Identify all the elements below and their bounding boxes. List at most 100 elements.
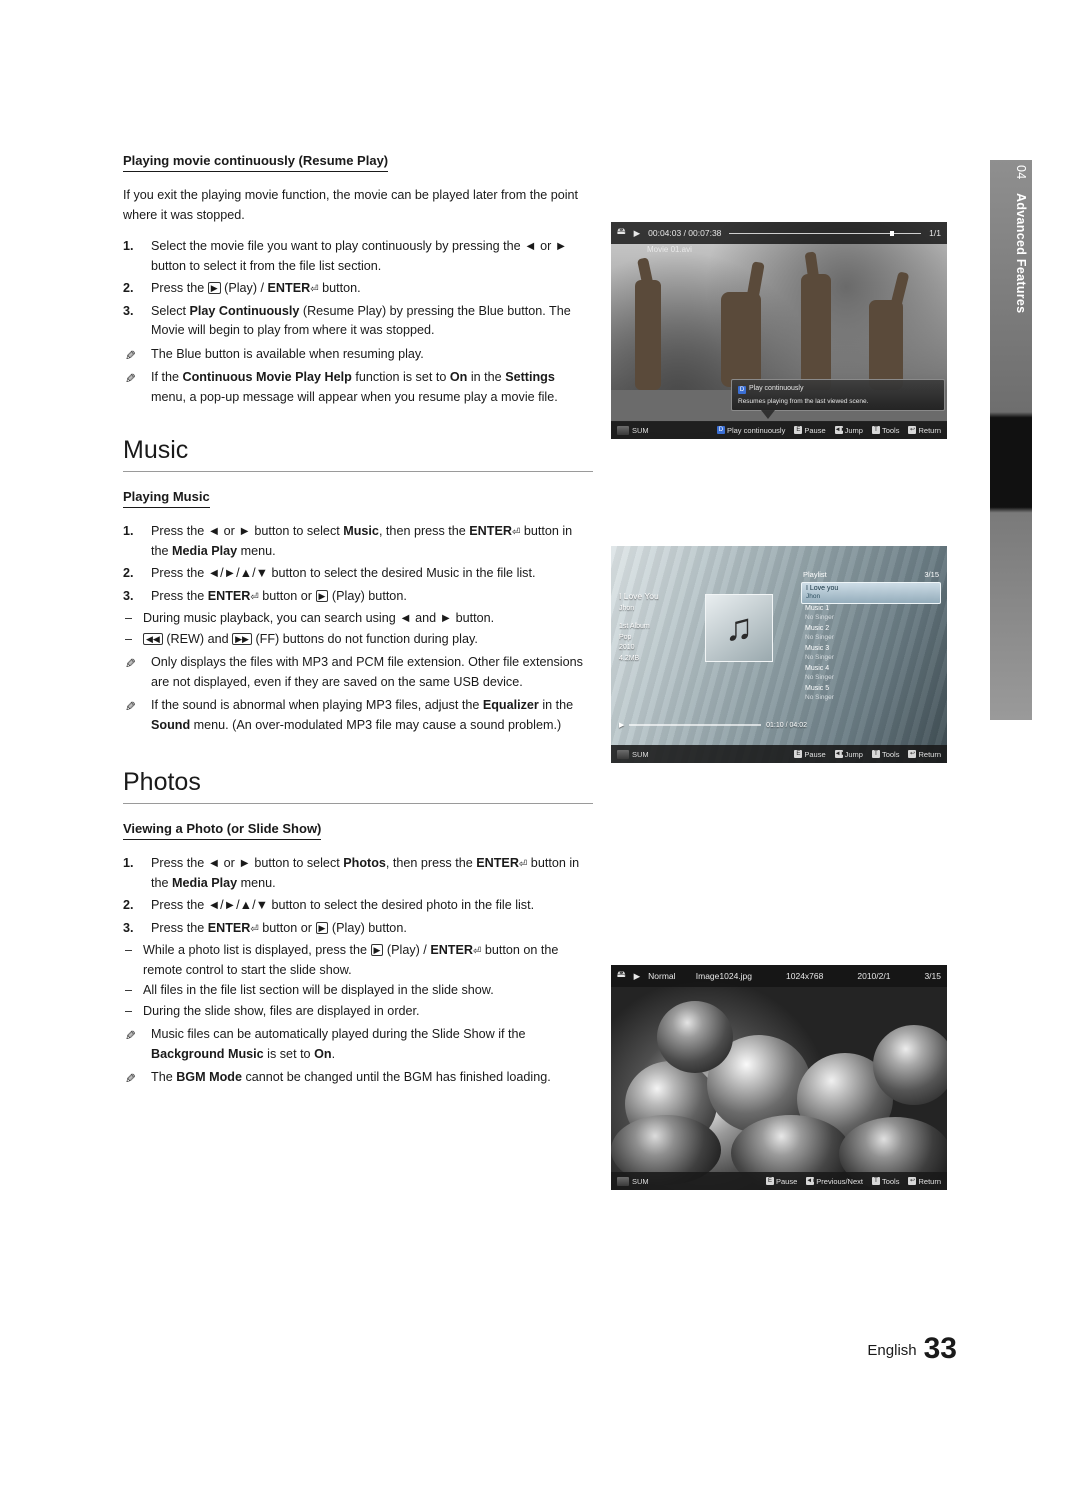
progress-track[interactable] (729, 230, 922, 236)
hint-tools[interactable]: T Tools (871, 425, 900, 435)
chapter-heading-music: Music (123, 436, 189, 465)
photo-mode: Normal (648, 971, 676, 981)
step-item: 1. Press the ◄ or ► button to select Pho… (123, 856, 580, 890)
step-item: 3. Press the ENTER⏎ button or ▶ (Play) b… (123, 587, 593, 607)
hint-label: Pause (804, 425, 826, 435)
hint-label: Pause (804, 749, 826, 759)
photo-filename: Image1024.jpg (695, 971, 753, 981)
hint-pause[interactable]: E Pause (794, 425, 826, 435)
photo-viewer-bottombar: SUM E Pause ◄► Previous/Next T Tools ↩ Retur… (611, 1172, 947, 1190)
playlist-title: Playlist (803, 570, 827, 579)
music-control-hints: E Pause ◄► Jump T Tools ↩ Return (794, 750, 941, 759)
dash-mark: – (125, 1003, 133, 1018)
source-indicator: SUM (617, 1176, 649, 1186)
source-label: SUM (632, 425, 649, 435)
dash-item: – During the slide show, files are displ… (123, 1002, 593, 1022)
steps-music: 1. Press the ◄ or ► button to select Mus… (123, 522, 593, 606)
playlist-item[interactable]: Music 5 No Singer (801, 683, 941, 703)
playlist-item-artist: No Singer (805, 653, 834, 661)
photo-viewer-topbar: 🖴 ▶ Normal Image1024.jpg 1024x768 2010/2… (611, 965, 947, 987)
note-item: ✎ Music files can be automatically playe… (125, 1027, 526, 1061)
hint-play-continuously[interactable]: D Play continuously (716, 425, 786, 435)
play-state-icon: ▶ (619, 722, 625, 729)
blue-button-icon: D (738, 385, 746, 394)
screenshot-photo-viewer: 🖴 ▶ Normal Image1024.jpg 1024x768 2010/2… (611, 965, 947, 1190)
pencil-icon: ✎ (125, 371, 136, 387)
hint-label: Tools (881, 425, 900, 435)
hint-previous-next[interactable]: ◄► Previous/Next (806, 1177, 863, 1186)
hint-tools[interactable]: T Tools (871, 749, 900, 759)
music-track-info: I Love You Jhon 1st Album Pop 2010 4.2MB (619, 590, 699, 664)
heading-viewing-photo: Viewing a Photo (or Slide Show) (123, 821, 322, 841)
step-item: 1. Select the movie file you want to pla… (123, 239, 568, 273)
movie-progress-bar[interactable] (729, 230, 922, 236)
step-item: 3. Select Play Continuously (Resume Play… (123, 303, 571, 338)
usb-device-icon (617, 1176, 629, 1186)
popup-body: Resumes playing from the last viewed sce… (738, 397, 869, 405)
playlist-item[interactable]: Music 1 No Singer (801, 604, 941, 624)
hint-label: Return (918, 1176, 941, 1186)
usb-device-icon (617, 425, 629, 435)
hint-return[interactable]: ↩ Return (908, 750, 941, 759)
forward-key-icon: ▶▶ (232, 632, 252, 645)
music-progress[interactable]: ▶ 01:10 / 04:02 (619, 721, 807, 730)
hint-label: Pause (776, 1176, 798, 1186)
usb-device-icon (617, 749, 629, 759)
hint-tools[interactable]: T Tools (871, 1176, 900, 1186)
playlist-item[interactable]: Music 4 No Singer (801, 664, 941, 684)
album-art: ♫ (705, 594, 773, 662)
chapter-heading-photos: Photos (123, 768, 201, 797)
hint-label: Play continuously (726, 425, 786, 435)
hint-pause[interactable]: E Pause (766, 1177, 797, 1186)
music-time-label: 01:10 / 04:02 (766, 721, 807, 729)
dash-mark: – (125, 631, 133, 646)
photo-image-frame (611, 965, 947, 1190)
hint-jump[interactable]: ◄► Jump (834, 426, 863, 435)
dash-item: – While a photo list is displayed, press… (125, 943, 559, 977)
chapter-title: Advanced Features (1014, 193, 1028, 314)
popup-header: D Play continuously (738, 384, 938, 394)
movie-player-bottombar: SUM D Play continuously E Pause ◄► Jump T To… (611, 421, 947, 439)
playlist-item[interactable]: Music 2 No Singer (801, 624, 941, 644)
hint-label: Tools (881, 749, 900, 759)
hint-label: Previous/Next (816, 1176, 863, 1186)
hint-label: Tools (881, 1176, 900, 1186)
key-icon: T (871, 1177, 880, 1185)
hint-label: Return (918, 749, 941, 759)
playlist-item[interactable]: I Love you Jhon (801, 582, 941, 604)
dash-text: During the slide show, files are display… (143, 1003, 420, 1018)
play-state-icon: ▶ (633, 970, 641, 981)
key-icon: ◄► (834, 426, 847, 434)
key-icon: E (794, 426, 803, 434)
step-item: 2. Press the ◄/►/▲/▼ button to select th… (123, 564, 593, 584)
play-key-icon: ▶ (315, 589, 329, 602)
playlist-item[interactable]: Music 3 No Singer (801, 644, 941, 664)
dash-text: All files in the file list section will … (143, 983, 494, 998)
step-number: 2. (123, 281, 134, 296)
source-label: SUM (632, 749, 649, 759)
dash-list-photos: – While a photo list is displayed, press… (123, 941, 593, 1021)
step-item: 3. Press the ENTER⏎ button or ▶ (Play) b… (123, 919, 593, 939)
chapter-tab-label: 04 Advanced Features (994, 165, 1028, 314)
screenshot-music-player: ♫ I Love You Jhon 1st Album Pop 2010 4.2… (611, 546, 947, 763)
key-icon: T (871, 750, 880, 758)
step-number: 3. (123, 303, 134, 318)
hint-pause[interactable]: E Pause (794, 749, 826, 759)
note-item: ✎ Only displays the files with MP3 and P… (123, 653, 593, 692)
hint-jump[interactable]: ◄► Jump (834, 749, 863, 759)
hint-label: Jump (844, 749, 863, 759)
movie-index: 1/1 (929, 228, 941, 238)
rewind-key-icon: ◀◀ (143, 632, 163, 645)
hint-label: Return (918, 425, 941, 435)
progress-track[interactable] (629, 724, 762, 726)
key-icon: ◄► (806, 1177, 819, 1185)
movie-player-topbar: 🖴 ▶ 00:04:03 / 00:07:38 1/1 (611, 222, 947, 244)
play-state-icon: ▶ (633, 227, 641, 238)
hint-return[interactable]: ↩ Return (908, 1177, 941, 1186)
hint-return[interactable]: ↩ Return (908, 426, 941, 435)
dash-mark: – (125, 943, 133, 958)
page-number: 33 (923, 1332, 957, 1365)
steps-photos: 1. Press the ◄ or ► button to select Pho… (123, 854, 593, 938)
dash-list-music: – During music playback, you can search … (123, 609, 593, 649)
photo-index: 3/15 (924, 971, 941, 981)
